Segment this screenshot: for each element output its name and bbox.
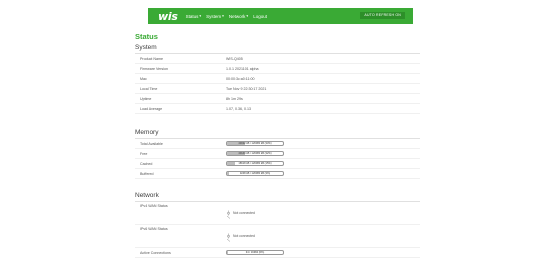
row-key: Load Average (140, 106, 163, 111)
progress-text: 34 / 16384 (0%) (245, 251, 265, 255)
row-key: Mac (140, 76, 147, 81)
network-table: IPv4 WAN Status Not connected IPv6 WAN S… (135, 202, 420, 258)
progress-text: 18618 kB / 126080 kB (15%) (238, 162, 272, 166)
plug-icon (226, 229, 231, 242)
row-value: 1.0.1 2021101 alpha (226, 66, 259, 71)
chevron-down-icon: ▾ (222, 14, 224, 18)
main-menu: Status ▾ System ▾ Network ▾ Logout (186, 14, 272, 19)
row-key: IPv4 WAN Status (140, 204, 168, 208)
system-heading: System (135, 44, 420, 54)
row-key: Product Name (140, 56, 163, 61)
table-row: Mac 00:00:3c:a0:11:00 (135, 74, 420, 84)
progress-text: 3248 kB / 126080 kB (3%) (239, 172, 271, 176)
row-key: Uptime (140, 96, 152, 101)
progress-bar: 34 / 16384 (0%) (226, 250, 284, 255)
row-key: Local Time (140, 86, 158, 91)
system-table: Product Name WIS-Q405 Firmware Version 1.0… (135, 54, 420, 114)
table-row: Free 40140 kB / 126080 kB (32%) (135, 149, 420, 159)
table-row: Cached 18618 kB / 126080 kB (15%) (135, 159, 420, 169)
chevron-down-icon: ▾ (199, 14, 202, 18)
status-text: Not connected (233, 233, 255, 238)
table-row: IPv6 WAN Status Not connected (135, 225, 420, 248)
table-row: IPv4 WAN Status Not connected (135, 202, 420, 225)
brand-logo[interactable]: wis (158, 10, 178, 23)
progress-bar: 43022 kB / 126080 kB (33%) (226, 141, 284, 146)
memory-table: Total Available 43022 kB / 126080 kB (33%… (135, 139, 420, 179)
row-key: Firmware Version (140, 66, 168, 71)
row-value: 1.07, 0.36, 0.13 (226, 106, 251, 111)
menu-system[interactable]: System ▾ (206, 14, 224, 19)
topbar: wis Status ▾ System ▾ Network ▾ Logout AUTO… (0, 0, 545, 25)
row-value: Tue Nov 9 22:30:17 2021 (226, 86, 267, 91)
progress-bar: 3248 kB / 126080 kB (3%) (226, 171, 284, 176)
progress-bar: 18618 kB / 126080 kB (15%) (226, 161, 284, 166)
row-key: Buffered (140, 171, 154, 176)
row-value: WIS-Q405 (226, 56, 243, 61)
progress-text: 43022 kB / 126080 kB (33%) (238, 142, 272, 146)
navbar: wis Status ▾ System ▾ Network ▾ Logout AUTO… (148, 8, 413, 24)
menu-network[interactable]: Network ▾ (229, 14, 248, 19)
wan-status: Not connected (226, 206, 255, 219)
menu-status[interactable]: Status ▾ (186, 14, 202, 19)
chevron-down-icon: ▾ (246, 14, 249, 18)
main-content: Status System Product Name WIS-Q405 Firmw… (135, 28, 420, 258)
table-row: Active Connections 34 / 16384 (0%) (135, 248, 420, 258)
menu-logout[interactable]: Logout (253, 14, 267, 19)
auto-refresh-toggle[interactable]: AUTO REFRESH ON (360, 12, 405, 19)
row-value: 00:00:3c:a0:11:00 (226, 76, 255, 81)
memory-heading: Memory (135, 129, 420, 139)
table-row: Buffered 3248 kB / 126080 kB (3%) (135, 169, 420, 179)
progress-bar: 40140 kB / 126080 kB (32%) (226, 151, 284, 156)
table-row: Product Name WIS-Q405 (135, 54, 420, 64)
table-row: Uptime 8h 1m 29s (135, 94, 420, 104)
row-key: Cached (140, 161, 153, 166)
row-key: IPv6 WAN Status (140, 227, 168, 231)
page-title: Status (135, 32, 158, 41)
row-value: 8h 1m 29s (226, 96, 243, 101)
progress-text: 40140 kB / 126080 kB (32%) (238, 152, 272, 156)
table-row: Firmware Version 1.0.1 2021101 alpha (135, 64, 420, 74)
plug-icon (226, 206, 231, 219)
row-key: Active Connections (140, 250, 171, 255)
status-text: Not connected (233, 210, 255, 215)
wan-status: Not connected (226, 229, 255, 242)
table-row: Total Available 43022 kB / 126080 kB (33%… (135, 139, 420, 149)
row-key: Free (140, 151, 148, 156)
table-row: Local Time Tue Nov 9 22:30:17 2021 (135, 84, 420, 94)
table-row: Load Average 1.07, 0.36, 0.13 (135, 104, 420, 114)
network-heading: Network (135, 192, 420, 202)
row-key: Total Available (140, 141, 163, 146)
